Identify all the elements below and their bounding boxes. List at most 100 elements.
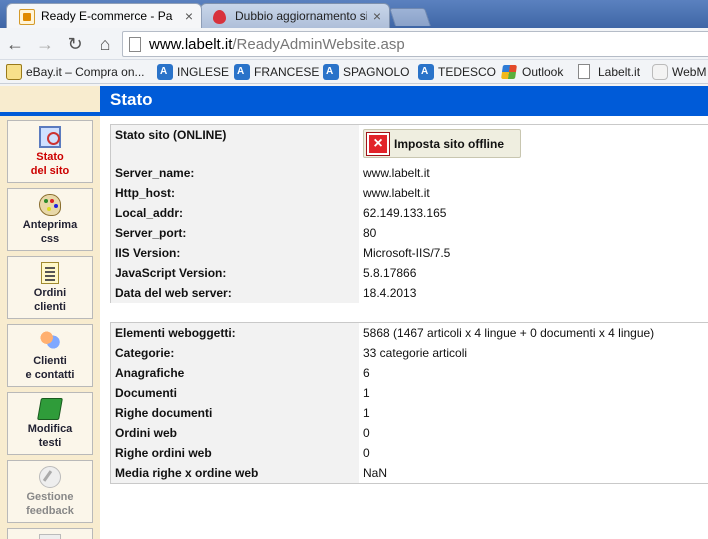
row-value: 0 xyxy=(363,426,370,440)
browser-toolbar: ← → ↻ ⌂ www.labelt.it/ReadyAdminWebsite.… xyxy=(0,28,708,60)
page-icon xyxy=(129,37,141,52)
row-key: Elementi weboggetti: xyxy=(111,323,360,343)
home-icon[interactable]: ⌂ xyxy=(94,33,116,55)
row-value: 1 xyxy=(363,406,370,420)
table-row: Data del web server: 18.4.2013 xyxy=(111,283,708,303)
users-icon xyxy=(39,330,61,352)
site-status-label: Stato sito (ONLINE) xyxy=(111,125,360,163)
url-path: /ReadyAdminWebsite.asp xyxy=(232,36,405,53)
row-key: IIS Version: xyxy=(111,243,360,263)
labelt-favicon-icon xyxy=(19,9,35,25)
table-row: JavaScript Version: 5.8.17866 xyxy=(111,263,708,283)
new-tab-button[interactable] xyxy=(389,8,431,26)
bookmark-label: INGLESE xyxy=(177,65,230,79)
sidebar-item-label: Stato del sito xyxy=(30,151,70,177)
windows-logo-icon xyxy=(501,65,517,79)
site-status-table: Stato sito (ONLINE) × Imposta sito offli… xyxy=(110,124,708,303)
sidebar-item-stato-sito[interactable]: Stato del sito xyxy=(7,120,93,183)
row-key: JavaScript Version: xyxy=(111,263,360,283)
table-row: IIS Version: Microsoft-IIS/7.5 xyxy=(111,243,708,263)
row-key: Categorie: xyxy=(111,343,360,363)
translate-icon xyxy=(157,64,173,80)
address-url[interactable]: www.labelt.it/ReadyAdminWebsite.asp xyxy=(149,36,405,53)
back-arrow-icon[interactable]: ← xyxy=(4,33,26,55)
row-value: www.labelt.it xyxy=(363,186,430,200)
sidebar-item-clienti-contatti[interactable]: Clienti e contatti xyxy=(7,324,93,387)
admin-sidebar: Stato del sito Anteprima css Ordini clie… xyxy=(0,116,100,539)
row-value: 1 xyxy=(363,386,370,400)
row-value: www.labelt.it xyxy=(363,166,430,180)
tab-close-icon[interactable]: × xyxy=(185,4,193,28)
browser-tab-dubbio[interactable]: Dubbio aggiornamento si × xyxy=(200,3,390,28)
row-key: Data del web server: xyxy=(111,283,360,303)
table-row: Anagrafiche 6 xyxy=(111,363,708,383)
table-row: Http_host: www.labelt.it xyxy=(111,183,708,203)
bookmark-outlook[interactable]: Outlook xyxy=(501,63,564,81)
reload-icon[interactable]: ↻ xyxy=(64,33,86,55)
forward-arrow-icon[interactable]: → xyxy=(34,33,56,55)
site-status-row: Stato sito (ONLINE) × Imposta sito offli… xyxy=(111,125,708,163)
order-list-icon xyxy=(41,262,59,284)
page-header xyxy=(0,86,708,116)
row-value: 33 categorie articoli xyxy=(363,346,468,360)
row-key: Http_host: xyxy=(111,183,360,203)
bookmark-label: eBay.it – Compra on... xyxy=(26,65,145,79)
close-x-icon: × xyxy=(366,132,390,156)
row-value: NaN xyxy=(363,466,388,480)
sidebar-item-anteprima-css[interactable]: Anteprima css xyxy=(7,188,93,251)
bookmark-label: Outlook xyxy=(522,65,564,79)
table-row: Elementi weboggetti: 5868 (1467 articoli… xyxy=(111,323,708,343)
hand-icon xyxy=(652,64,668,80)
table-row: Server_name: www.labelt.it xyxy=(111,163,708,183)
row-value: 5.8.17866 xyxy=(363,266,417,280)
button-label: Imposta sito offline xyxy=(394,137,505,151)
address-bar[interactable]: www.labelt.it/ReadyAdminWebsite.asp xyxy=(122,31,708,57)
translate-icon xyxy=(418,64,434,80)
sidebar-item-label: Ordini clienti xyxy=(33,287,67,313)
table-row: Server_port: 80 xyxy=(111,223,708,243)
bookmark-tedesco[interactable]: TEDESCO xyxy=(418,63,496,81)
translate-icon xyxy=(323,64,339,80)
row-value: 5868 (1467 articoli x 4 lingue + 0 docum… xyxy=(363,326,655,340)
bookmark-label: TEDESCO xyxy=(438,65,497,79)
table-row: Righe ordini web 0 xyxy=(111,443,708,463)
sidebar-item-gestione-feedback[interactable]: Gestione feedback xyxy=(7,460,93,523)
table-row: Media righe x ordine web NaN xyxy=(111,463,708,483)
table-row: Ordini web 0 xyxy=(111,423,708,443)
bookmark-labelt[interactable]: Labelt.it xyxy=(578,63,640,81)
row-value: 6 xyxy=(363,366,370,380)
page-title: Stato xyxy=(110,90,153,109)
row-key: Local_addr: xyxy=(111,203,360,223)
sidebar-item-modifica-testi[interactable]: Modifica testi xyxy=(7,392,93,455)
row-key: Ordini web xyxy=(111,423,360,443)
bookmark-webm[interactable]: WebM xyxy=(652,63,706,81)
bookmark-label: SPAGNOLO xyxy=(343,65,410,79)
bookmark-label: Labelt.it xyxy=(598,65,641,79)
sidebar-item-ordini-clienti[interactable]: Ordini clienti xyxy=(7,256,93,319)
strawberry-favicon-icon xyxy=(213,10,226,24)
set-site-offline-button[interactable]: × Imposta sito offline xyxy=(363,129,521,158)
bookmark-label: WebM xyxy=(672,65,707,79)
site-stats-table: Elementi weboggetti: 5868 (1467 articoli… xyxy=(110,322,708,484)
row-value: 0 xyxy=(363,446,370,460)
row-value: 80 xyxy=(363,226,377,240)
row-key: Documenti xyxy=(111,383,360,403)
bookmark-ebay[interactable]: eBay.it – Compra on... xyxy=(6,63,145,81)
bookmark-francese[interactable]: FRANCESE xyxy=(234,63,319,81)
row-value: 62.149.133.165 xyxy=(363,206,447,220)
sidebar-item-cut-off[interactable] xyxy=(7,528,93,539)
row-key: Server_name: xyxy=(111,163,360,183)
table-row: Local_addr: 62.149.133.165 xyxy=(111,203,708,223)
browser-tab-ready-ecommerce[interactable]: Ready E-commerce - Pann × xyxy=(6,3,202,28)
bookmark-spagnolo[interactable]: SPAGNOLO xyxy=(323,63,409,81)
row-value: Microsoft-IIS/7.5 xyxy=(363,246,451,260)
translate-icon xyxy=(234,64,250,80)
sidebar-item-label: Gestione feedback xyxy=(26,491,74,517)
bookmark-inglese[interactable]: INGLESE xyxy=(157,63,229,81)
bookmarks-bar: eBay.it – Compra on... INGLESE FRANCESE … xyxy=(0,60,708,84)
status-monitor-icon xyxy=(39,126,61,148)
sidebar-item-label: Clienti e contatti xyxy=(25,355,75,381)
grid-icon xyxy=(39,534,61,539)
tab-close-icon[interactable]: × xyxy=(373,4,381,28)
palette-icon xyxy=(39,194,61,216)
